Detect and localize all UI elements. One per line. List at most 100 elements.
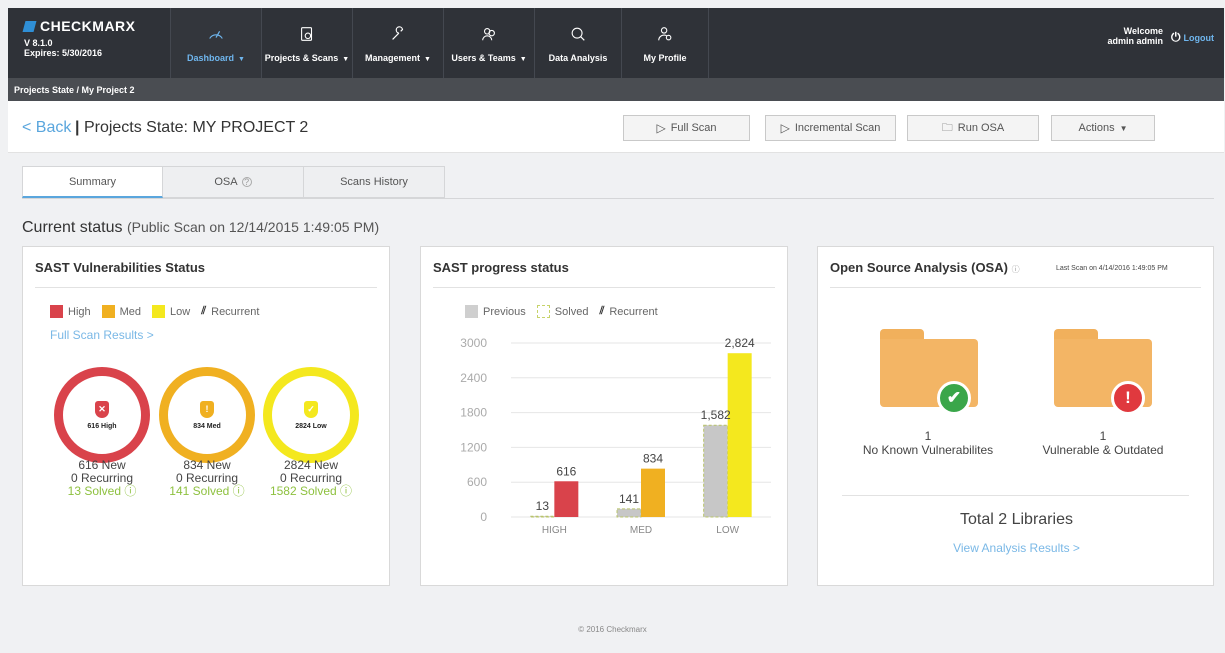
nav-label: Management [365,52,421,63]
title-bar: < Back | Projects State: MY PROJECT 2 ▷ F… [8,101,1224,153]
legend-recurrent: Recurrent [211,305,260,318]
low-swatch [152,305,166,318]
brand-name: CHECKMARX [40,18,136,34]
high-ring[interactable]: ✕ 616 High [54,367,150,463]
help-icon[interactable]: ⓘ [1012,265,1020,274]
title-prefix: Projects State: [83,119,188,136]
high-swatch [50,305,63,318]
folder-icon: 🗀 [941,121,953,134]
legend-high: High [68,305,91,318]
osa-card: Open Source Analysis (OSA) ⓘ Last Scan o… [817,246,1214,586]
chevron-down-icon: ▼ [424,55,431,63]
data-label-new: 834 [643,452,663,466]
full-scan-results-link[interactable]: Full Scan Results > [50,328,154,342]
actions-button[interactable]: Actions ▼ [1051,115,1155,141]
current-status: Current status (Public Scan on 12/14/201… [22,219,379,237]
user-name: admin admin [1107,36,1163,46]
progress-bar-chart: 0 600 1200 1800 2400 3000 13 616 HIGH 141 834 MED 1,… [460,336,771,536]
users-icon [479,24,499,44]
severity-legend: High Med Low ⫽ Recurrent [50,305,259,318]
ring-label: 616 High [87,422,117,430]
y-tick-label: 3000 [460,336,487,350]
y-tick-label: 0 [480,510,487,524]
y-tick-label: 1200 [460,440,487,454]
back-link[interactable]: < Back [22,119,71,137]
checkmarx-logo[interactable]: CHECKMARX [22,18,170,34]
data-label-solved: 1,582 [701,408,731,422]
total-libraries: Total 2 Libraries [960,511,1073,528]
data-label-solved: 141 [619,492,639,506]
label: Vulnerable & Outdated [1042,443,1164,457]
med-ring[interactable]: ! 834 Med [159,367,255,463]
bar-solved [529,515,555,518]
bar-new [727,353,752,517]
logout-label: Logout [1183,32,1215,43]
breadcrumb: Projects State / My Project 2 [8,78,1224,101]
logout-button[interactable]: ⏻ Logout [1171,30,1214,45]
nav-data-analysis[interactable]: Data Analysis [534,8,621,78]
legend-low: Low [170,305,191,318]
count: 1 [924,429,932,443]
x-tick-label: HIGH [542,525,567,536]
high-stats: 616 New 0 Recurring 13 Solved ⓘ [47,459,157,498]
nav-dashboard[interactable]: Dashboard ▼ [170,8,261,78]
nav-label: Users & Teams [451,52,516,63]
tab-scans-history[interactable]: Scans History [304,166,445,198]
shield-check-icon: ✓ [304,400,318,418]
solved-count: 13 Solved ⓘ [67,484,137,498]
nav-management[interactable]: Management ▼ [352,8,443,78]
current-status-label: Current status [22,219,123,236]
logo-mark-icon [22,20,37,32]
tab-summary[interactable]: Summary [22,166,163,198]
full-scan-button[interactable]: ▷ Full Scan [623,115,750,141]
bar-new [554,481,579,517]
current-status-detail: (Public Scan on 12/14/2015 1:49:05 PM) [126,219,380,235]
no-known-vuln-stat: 1 No Known Vulnerabilites [838,429,1018,457]
incremental-scan-button[interactable]: ▷ Incremental Scan [765,115,896,141]
title-separator: | [75,119,80,136]
solved-text: 1582 Solved [269,484,337,498]
low-ring[interactable]: ✓ 2824 Low [263,367,359,463]
solved-text: 141 Solved [169,484,230,498]
tab-label: OSA [214,176,238,188]
count: 1 [1099,429,1107,443]
incremental-play-icon: ▷ [780,121,790,135]
nav-spacer [708,8,1107,78]
power-icon: ⏻ [1171,30,1181,44]
footer-copyright: © 2016 Checkmarx [578,625,647,634]
tab-label: Scans History [340,176,408,188]
bar-new [641,468,665,517]
welcome-text: Welcome [1123,26,1163,36]
card-divider [830,287,1201,288]
card-title: Open Source Analysis (OSA) ⓘ [830,260,1020,275]
nav-projects-scans[interactable]: Projects & Scans ▼ [261,8,352,78]
help-icon[interactable]: ? [241,177,252,187]
chevron-down-icon: ▼ [342,55,350,63]
analysis-icon [568,24,588,44]
med-swatch [101,305,115,318]
solved-count: 141 Solved ⓘ [169,484,245,498]
nav-my-profile[interactable]: My Profile [621,8,708,78]
wrench-icon [388,24,408,44]
x-tick-label: MED [630,525,652,536]
top-navbar: CHECKMARX V 8.1.0 Expires: 5/30/2016 Dash… [8,8,1224,78]
bar-solved [616,508,642,518]
label: No Known Vulnerabilites [862,443,994,457]
recurrent-stripes-icon: ⫽ [201,305,207,317]
nav-users-teams[interactable]: Users & Teams ▼ [443,8,534,78]
run-osa-button[interactable]: 🗀 Run OSA [907,115,1039,141]
tab-osa[interactable]: OSA? [163,166,304,198]
y-tick-label: 1800 [460,406,487,420]
view-analysis-results-link[interactable]: View Analysis Results > [818,541,1215,555]
full-scan-label: Full Scan [670,122,717,134]
low-stats: 2824 New 0 Recurring 1582 Solved ⓘ [256,459,366,498]
y-tick-label: 2400 [460,371,487,385]
version-text: V 8.1.0 [24,38,53,48]
shield-x-icon: ✕ [95,400,109,418]
x-tick-label: LOW [716,525,739,536]
shield-exclamation-icon: ! [200,400,214,418]
run-osa-label: Run OSA [957,122,1005,134]
chevron-down-icon: ▼ [238,55,245,63]
actions-label: Actions [1078,122,1115,134]
vulnerable-outdated-stat: 1 Vulnerable & Outdated [1013,429,1193,457]
